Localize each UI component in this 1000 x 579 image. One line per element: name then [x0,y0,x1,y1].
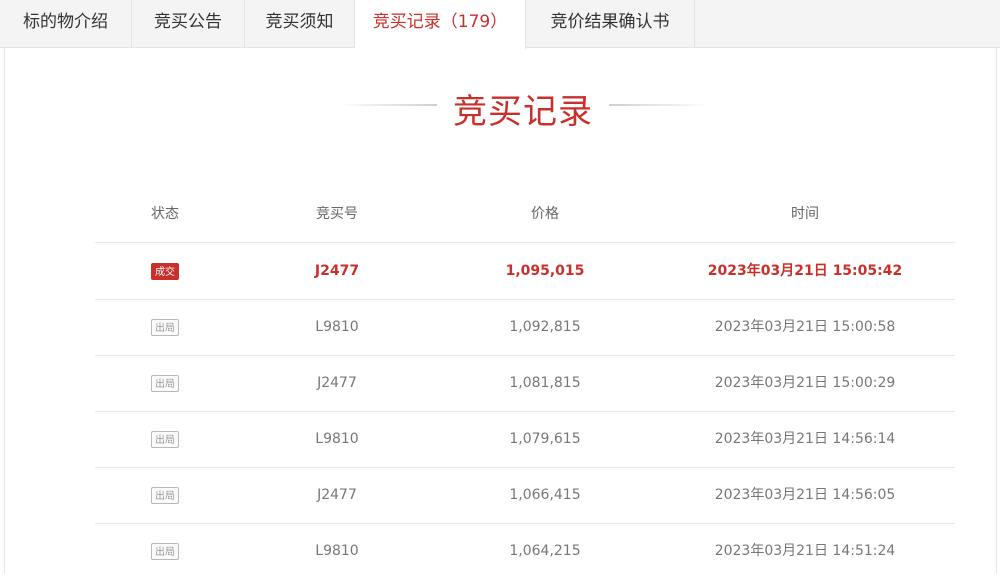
price-cell: 1,092,815 [509,319,581,335]
tab-label: 竞买须知 [265,12,334,32]
table-row: 成交 J2477 1,095,015 2023年03月21日 15:05:42 [95,243,955,300]
time-cell: 2023年03月21日 14:56:05 [714,487,896,503]
status-cell: 出局 [117,523,213,579]
status-badge: 出局 [151,486,179,504]
status-cell: 成交 [117,243,213,299]
tab-count: 179 [457,12,491,32]
bidder-cell: L9810 [315,431,359,447]
column-header-status: 状态 [151,206,179,222]
status-badge: 出局 [151,430,179,448]
tab-bidding-rules[interactable]: 竞买须知 [245,0,355,48]
tab-auction-notice[interactable]: 竞买公告 [132,0,245,48]
price-cell: 1,081,815 [509,375,581,391]
bidder-cell: J2477 [317,375,357,391]
tab-label: 竞价结果确认书 [550,12,670,32]
price-cell: 1,079,615 [509,431,581,447]
tab-label: 竞买记录 [372,12,441,32]
status-cell: 出局 [117,355,213,411]
bidder-cell: L9810 [315,319,359,335]
tab-count-close-paren: ） [490,12,508,32]
status-badge: 出局 [151,542,179,560]
time-cell: 2023年03月21日 14:56:14 [714,431,896,447]
bidder-cell: L9810 [315,543,359,559]
status-cell: 出局 [117,411,213,467]
title-divider-right [609,104,711,106]
column-header-bidder: 竞买号 [316,206,358,222]
time-cell: 2023年03月21日 15:00:29 [714,375,896,391]
bidder-cell: J2477 [314,263,360,279]
table-row: 出局 L9810 1,079,615 2023年03月21日 14:56:14 [95,411,955,468]
tab-bid-records[interactable]: 竞买记录（179） [355,0,526,49]
time-cell: 2023年03月21日 14:51:24 [714,543,896,559]
price-cell: 1,095,015 [505,263,585,279]
price-cell: 1,066,415 [509,487,581,503]
title-divider-left [337,104,437,106]
time-cell: 2023年03月21日 15:05:42 [707,263,903,279]
table-row: 出局 L9810 1,064,215 2023年03月21日 14:51:24 [95,523,955,579]
time-cell: 2023年03月21日 15:00:58 [714,319,896,335]
column-header-price: 价格 [531,206,559,222]
tab-item-introduction[interactable]: 标的物介绍 [0,0,132,48]
table-row: 出局 L9810 1,092,815 2023年03月21日 15:00:58 [95,299,955,356]
tab-count-open-paren: （ [440,12,458,32]
table-row: 出局 J2477 1,066,415 2023年03月21日 14:56:05 [95,467,955,524]
bidder-cell: J2477 [317,487,357,503]
status-badge: 出局 [151,318,179,336]
tab-result-confirmation[interactable]: 竞价结果确认书 [526,0,695,48]
table-header: 状态 竞买号 价格 时间 [95,186,955,243]
table-row: 出局 J2477 1,081,815 2023年03月21日 15:00:29 [95,355,955,412]
status-badge: 出局 [151,374,179,392]
price-cell: 1,064,215 [509,543,581,559]
status-cell: 出局 [117,299,213,355]
column-header-time: 时间 [791,206,819,222]
status-badge: 成交 [151,262,179,280]
tab-label: 标的物介绍 [23,12,108,32]
tab-label: 竞买公告 [154,12,222,32]
section-title: 竞买记录 [453,92,593,132]
status-cell: 出局 [117,467,213,523]
tab-bar: 标的物介绍 竞买公告 竞买须知 竞买记录（179） 竞价结果确认书 [0,0,1000,49]
